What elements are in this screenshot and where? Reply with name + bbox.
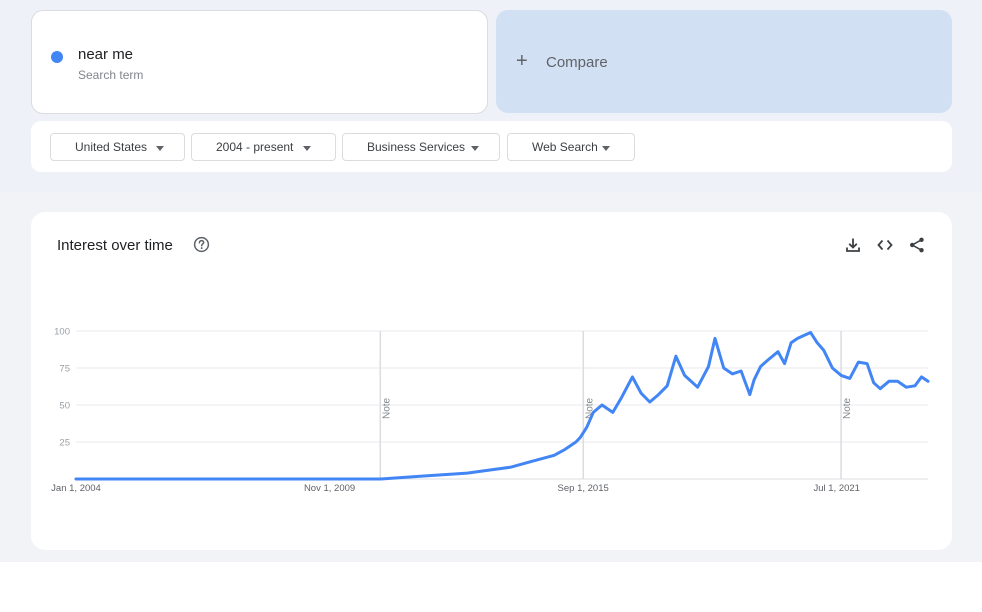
time-range-filter-label: 2004 - present [216, 140, 294, 154]
help-icon[interactable] [193, 236, 210, 253]
search-type-filter[interactable]: Web Search [507, 133, 635, 161]
note-label[interactable]: Note [842, 397, 853, 419]
compare-button[interactable]: + Compare [496, 10, 952, 113]
y-tick-label: 100 [54, 327, 70, 338]
category-filter[interactable]: Business Services [342, 133, 500, 161]
y-tick-label: 75 [59, 364, 70, 375]
plus-icon: + [516, 50, 528, 72]
x-tick-label: Sep 1, 2015 [558, 483, 609, 494]
search-type-filter-label: Web Search [532, 140, 598, 154]
note-label[interactable]: Note [584, 397, 595, 419]
y-tick-label: 25 [59, 438, 70, 449]
note-label[interactable]: Note [381, 397, 392, 419]
region-filter-label: United States [75, 140, 148, 154]
interest-over-time-card: Interest over time Note Note Note 25 50 75 10… [31, 212, 952, 550]
chart-title: Interest over time [57, 237, 173, 254]
chevron-down-icon [303, 146, 311, 151]
share-icon[interactable] [908, 236, 926, 254]
region-filter[interactable]: United States [50, 133, 185, 161]
search-term-subtitle: Search term [78, 68, 144, 82]
search-term-text[interactable]: near me [78, 46, 133, 63]
download-icon[interactable] [844, 236, 862, 254]
chevron-down-icon [156, 146, 164, 151]
y-tick-label: 50 [59, 401, 70, 412]
compare-label: Compare [546, 54, 608, 71]
category-filter-label: Business Services [367, 140, 466, 154]
series-line[interactable] [74, 331, 930, 481]
x-tick-label: Jul 1, 2021 [813, 483, 859, 494]
time-range-filter[interactable]: 2004 - present [191, 133, 336, 161]
search-term-card[interactable]: near me Search term [31, 10, 488, 114]
interest-line-chart: Note Note Note 25 50 75 100 Jan 1, 2004 Nov 1,… [51, 327, 930, 494]
series-color-dot [51, 51, 63, 63]
filter-bar: United States 2004 - present Business Se… [31, 121, 952, 172]
x-tick-label: Jan 1, 2004 [51, 483, 101, 494]
chevron-down-icon [471, 146, 479, 151]
embed-icon[interactable] [876, 236, 894, 254]
x-tick-label: Nov 1, 2009 [304, 483, 355, 494]
chevron-down-icon [602, 146, 610, 151]
